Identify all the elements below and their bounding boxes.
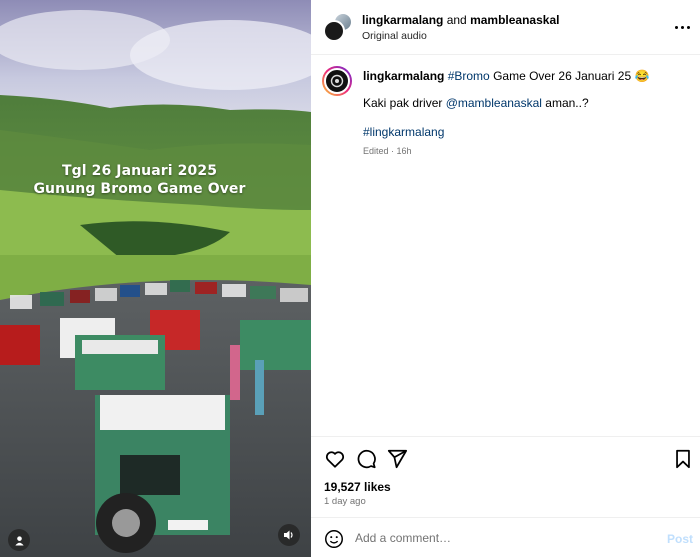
mention-link[interactable]: @mambleanaskal [446,96,542,110]
hashtag-link[interactable]: #Bromo [448,69,490,83]
speaker-icon [284,530,293,540]
tagged-users-button[interactable] [8,529,30,551]
emoji-button[interactable] [323,528,345,550]
mute-toggle-button[interactable] [278,524,300,546]
caption-body: Kaki pak driver [363,96,446,110]
post-header: lingkarmalang and mambleanaskal Original… [311,0,700,55]
comment-input[interactable] [355,531,645,545]
username-link[interactable]: lingkarmalang [362,13,443,27]
caption-meta: Edited · 16h [363,146,412,156]
heart-icon [325,451,345,468]
avatar-image [324,68,350,94]
post-media-video[interactable]: Tgl 26 Januari 2025 Gunung Bromo Game Ov… [0,0,311,557]
collab-usernames: lingkarmalang and mambleanaskal [362,13,559,27]
post-timestamp[interactable]: 1 day ago [324,496,366,507]
caption-body: Game Over 26 Januari 25 😂 [489,69,650,83]
more-horizontal-icon [674,25,678,29]
caption-line: Kaki pak driver @mambleanaskal aman..? [363,96,589,110]
more-options-button[interactable] [671,18,693,36]
more-horizontal-icon [686,25,690,29]
collab-joiner: and [443,13,471,27]
caption-line: #lingkarmalang [363,125,444,139]
avatar[interactable] [322,66,352,96]
post-comment-button[interactable]: Post [667,532,693,546]
avatar [323,20,345,42]
send-icon [387,449,408,469]
caption-section: lingkarmalang #Bromo Game Over 26 Januar… [311,55,700,435]
audio-link[interactable]: Original audio [362,30,427,42]
caption-text: lingkarmalang #Bromo Game Over 26 Januar… [363,68,683,84]
more-horizontal-icon [680,25,684,29]
like-button[interactable] [324,448,346,470]
share-button[interactable] [386,448,408,470]
post-details-panel: lingkarmalang and mambleanaskal Original… [311,0,700,557]
save-button[interactable] [672,448,694,470]
caption-body: aman..? [541,96,589,110]
comment-bar: Post [311,517,700,557]
person-icon [14,535,24,546]
bookmark-icon [676,449,690,469]
collab-avatars[interactable] [323,12,353,42]
post-actions: 19,527 likes 1 day ago Post [311,436,700,557]
comment-icon [357,449,376,469]
likes-count[interactable]: 19,527 likes [324,480,391,494]
video-overlay-title: Gunung Bromo Game Over [33,181,246,197]
comment-button[interactable] [355,448,377,470]
caption-username[interactable]: lingkarmalang [363,69,444,83]
video-frame [0,0,311,557]
emoji-icon [325,530,343,548]
logo-icon [330,74,344,88]
username-link[interactable]: mambleanaskal [470,13,559,27]
video-overlay-date: Tgl 26 Januari 2025 [61,163,218,179]
hashtag-link[interactable]: #lingkarmalang [363,125,444,139]
